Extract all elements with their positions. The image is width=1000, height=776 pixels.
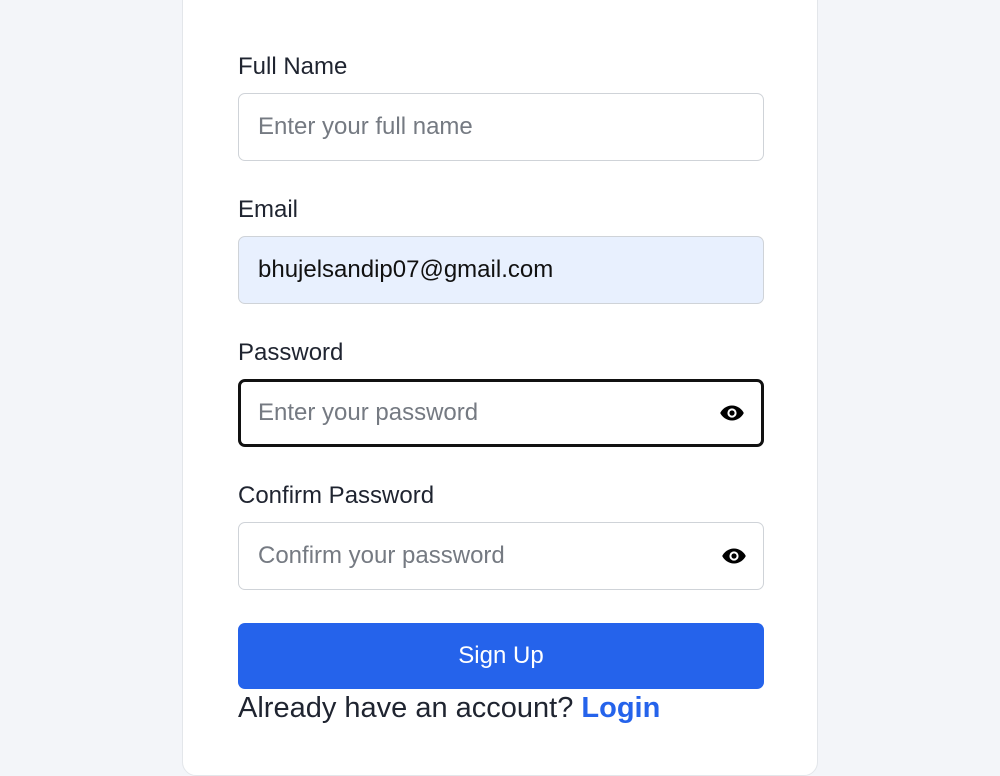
email-input[interactable] xyxy=(239,237,698,303)
confirm-password-label: Confirm Password xyxy=(238,482,435,509)
login-prompt: Already have an account? Login xyxy=(238,688,660,728)
login-link[interactable]: Login xyxy=(581,692,660,724)
password-label: Password xyxy=(238,339,344,366)
login-prompt-text: Already have an account? xyxy=(238,692,574,724)
sign-up-button[interactable]: Sign Up xyxy=(238,623,764,689)
password-input[interactable] xyxy=(241,382,698,444)
eye-icon[interactable] xyxy=(721,547,747,565)
full-name-label: Full Name xyxy=(238,53,348,80)
confirm-password-input[interactable] xyxy=(239,523,698,589)
email-label: Email xyxy=(238,196,299,223)
full-name-field[interactable] xyxy=(238,93,764,161)
confirm-password-field[interactable] xyxy=(238,522,764,590)
eye-icon[interactable] xyxy=(719,404,745,422)
password-field[interactable] xyxy=(238,379,764,447)
full-name-input[interactable] xyxy=(239,94,698,160)
email-field[interactable] xyxy=(238,236,764,304)
